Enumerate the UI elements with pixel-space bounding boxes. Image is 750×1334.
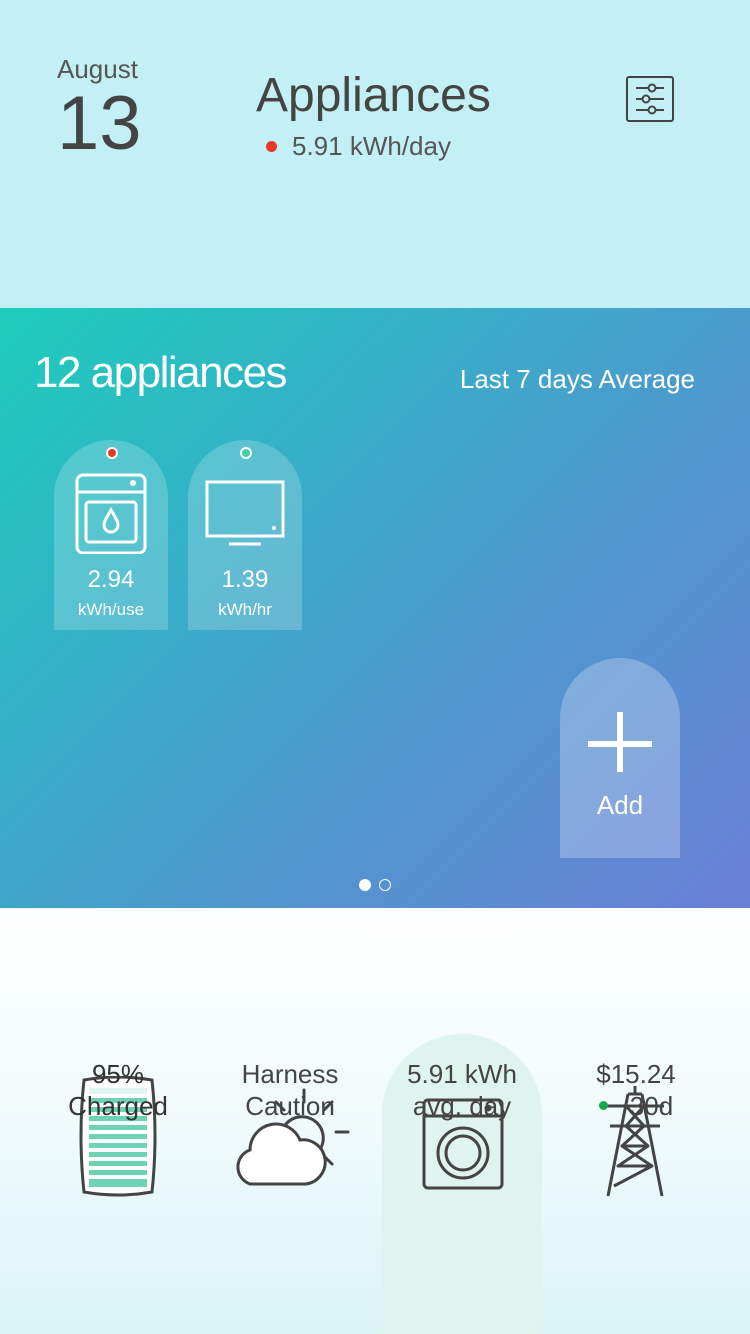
page-indicator[interactable] <box>359 879 391 891</box>
stat-line2-row: 30d <box>556 1090 716 1122</box>
appliance-status-dot <box>240 447 252 459</box>
header: August 13 Appliances 5.91 kWh/day <box>0 0 750 308</box>
appliance-card-dishwasher[interactable]: 2.94 kWh/use <box>54 440 168 630</box>
appliances-panel: 12 appliances Last 7 days Average 2.94 k… <box>0 308 750 908</box>
appliance-value: 1.39 <box>221 566 269 593</box>
stats-bar: 95% Charged Harness Caution 5.91 kWh avg… <box>0 908 750 1334</box>
usage-value: 5.91 kWh/day <box>292 131 451 161</box>
stat-line1: $15.24 <box>596 1059 676 1089</box>
filter-button[interactable] <box>626 76 674 122</box>
stat-line2: avg. day <box>412 1091 512 1121</box>
page-dot-1[interactable] <box>359 879 371 891</box>
appliance-status-dot <box>106 447 118 459</box>
stat-line1: Harness <box>241 1059 339 1089</box>
sliders-icon <box>636 83 664 115</box>
stat-weather[interactable]: Harness Caution <box>210 1058 370 1122</box>
stat-line1: 5.91 kWh <box>407 1059 517 1089</box>
usage-status-dot <box>266 141 277 152</box>
stat-line2: Caution <box>245 1091 335 1121</box>
cost-status-dot <box>598 1100 608 1110</box>
stat-usage[interactable]: 5.91 kWh avg. day <box>382 1058 542 1122</box>
add-appliance-button[interactable]: Add <box>560 658 680 858</box>
stat-line2: Charged <box>68 1091 168 1121</box>
page-dot-2[interactable] <box>379 879 391 891</box>
page-title: Appliances <box>256 69 491 122</box>
appliance-count: 12 appliances <box>34 348 288 397</box>
stat-line2: 30d <box>629 1091 674 1121</box>
usage-summary: 5.91 kWh/day <box>266 131 451 162</box>
stat-battery[interactable]: 95% Charged <box>38 1058 198 1122</box>
add-label: Add <box>596 790 644 820</box>
appliance-unit: kWh/hr <box>218 600 272 619</box>
dishwasher-icon <box>75 473 147 554</box>
appliance-card-tv[interactable]: 1.39 kWh/hr <box>188 440 302 630</box>
tv-icon <box>205 480 285 546</box>
stat-cost[interactable]: $15.24 30d <box>556 1058 716 1122</box>
appliance-value: 2.94 <box>87 566 135 593</box>
plus-icon <box>588 712 652 772</box>
period-label: Last 7 days Average <box>459 364 695 394</box>
appliance-unit: kWh/use <box>77 600 145 619</box>
stat-line1: 95% <box>91 1059 145 1089</box>
date-day: 13 <box>57 81 142 166</box>
